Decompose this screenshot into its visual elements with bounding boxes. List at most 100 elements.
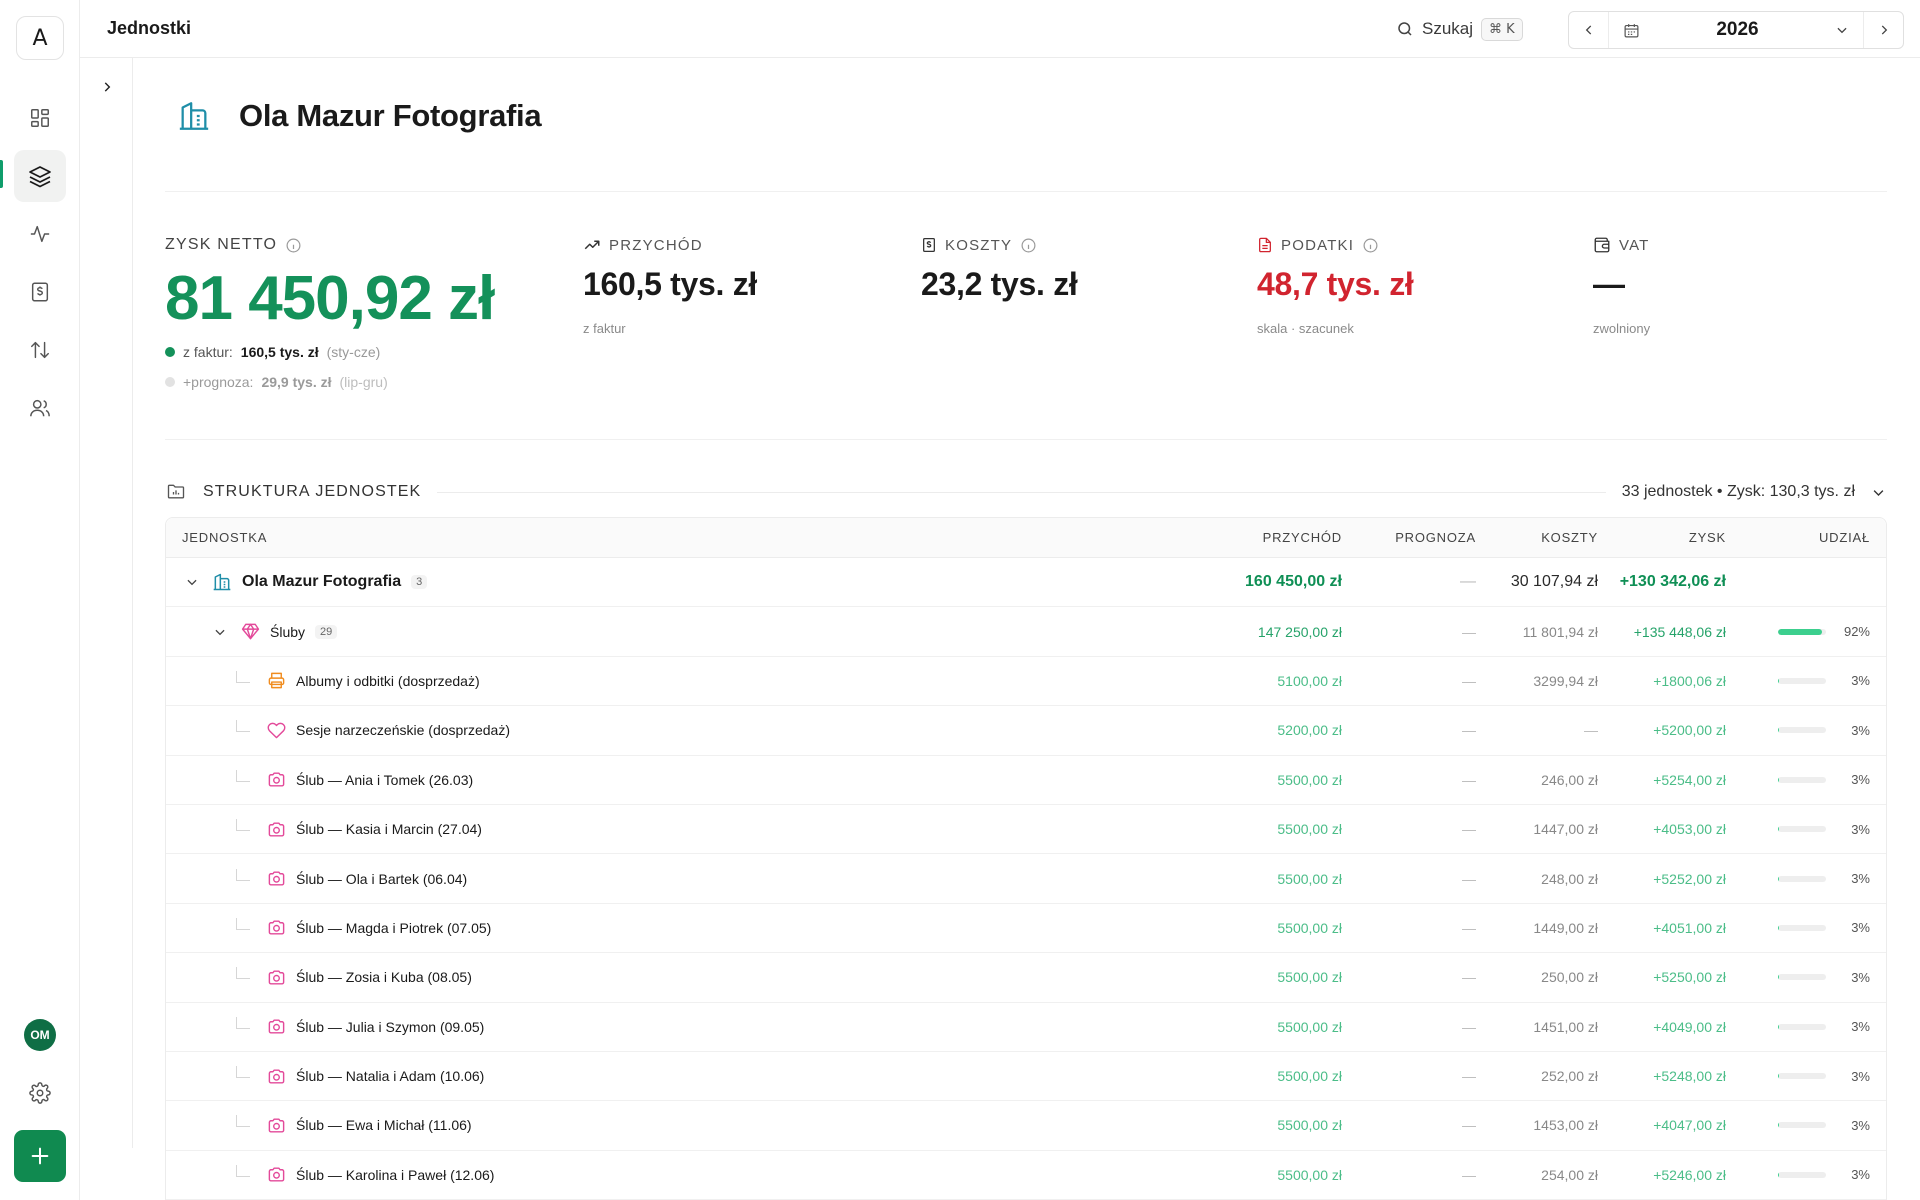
share-bar-fill (1778, 776, 1780, 783)
divider (165, 191, 1887, 192)
col-forecast[interactable]: PROGNOZA (1342, 530, 1476, 545)
table-row-4[interactable]: Ślub — Kasia i Marcin (27.04) 5500,00 zł… (166, 805, 1886, 855)
rail-active-indicator (0, 160, 3, 188)
tree-connector (236, 769, 250, 782)
share-value: 92% (1843, 624, 1870, 640)
add-button[interactable] (14, 1130, 66, 1182)
rail-transfers[interactable] (14, 324, 66, 376)
collapse-group-button[interactable] (212, 624, 228, 640)
next-year-button[interactable] (1863, 12, 1903, 48)
share-bar-fill (1778, 1171, 1780, 1178)
costs-label: KOSZTY (945, 236, 1013, 254)
trending-up-icon (584, 240, 600, 250)
rail-invoices[interactable] (14, 266, 66, 318)
avatar[interactable]: OM (24, 1019, 56, 1051)
profit-cell: +4049,00 zł (1653, 1018, 1726, 1035)
unit-name: Śluby (270, 623, 306, 640)
camera-icon (266, 869, 286, 889)
forecast-cell: — (1462, 771, 1476, 788)
costs-cell: — (1584, 722, 1598, 739)
vat-note: zwolniony (1593, 321, 1651, 336)
table-header: JEDNOSTKA PRZYCHÓD PROGNOZA KOSZTY ZYSK … (166, 518, 1886, 558)
revenue-label-row: PRZYCHÓD (583, 236, 757, 254)
col-profit[interactable]: ZYSK (1598, 530, 1726, 545)
camera-icon (266, 1017, 286, 1037)
forecast-range: (lip-gru) (339, 374, 388, 390)
chevron-down-icon (215, 629, 225, 635)
camera-icon (266, 1165, 286, 1185)
chevron-down-icon (1873, 489, 1883, 496)
taxes-value: 48,7 tys. zł (1257, 266, 1414, 302)
share-bar (1778, 924, 1826, 931)
share-bar (1778, 677, 1826, 684)
dashboard-icon (31, 109, 49, 127)
chevron-down-icon (1837, 27, 1847, 34)
collapse-section-button[interactable] (1869, 483, 1887, 501)
table-row-7[interactable]: Ślub — Zosia i Kuba (08.05) 5500,00 zł —… (166, 953, 1886, 1003)
app-logo[interactable]: A (16, 16, 64, 60)
rail-units[interactable] (14, 150, 66, 202)
profit-cell: +5254,00 zł (1653, 771, 1726, 788)
forecast-value: 29,9 tys. zł (261, 374, 332, 390)
tree-connector (236, 1164, 250, 1177)
table-row-3[interactable]: Ślub — Ania i Tomek (26.03) 5500,00 zł —… (166, 756, 1886, 805)
unit-name-cell: Ślub — Zosia i Kuba (08.05) (166, 967, 1212, 987)
share-bar (1778, 875, 1826, 882)
unit-name-cell: Albumy i odbitki (dosprzedaż) (166, 670, 1212, 691)
share-bar-fill (1778, 1073, 1780, 1080)
table-row-9[interactable]: Ślub — Natalia i Adam (10.06) 5500,00 zł… (166, 1052, 1886, 1102)
search-label: Szukaj (1422, 19, 1474, 38)
entity-header: Ola Mazur Fotografia (177, 98, 542, 134)
share-bar (1778, 1073, 1826, 1080)
profit-cell: +5200,00 zł (1653, 722, 1726, 739)
table-row-8[interactable]: Ślub — Julia i Szymon (09.05) 5500,00 zł… (166, 1003, 1886, 1052)
building-icon (212, 572, 232, 592)
revenue-cell: 5500,00 zł (1277, 771, 1342, 788)
rail-contacts[interactable] (14, 382, 66, 434)
share-bar-fill (1778, 677, 1780, 684)
units-table: JEDNOSTKA PRZYCHÓD PROGNOZA KOSZTY ZYSK … (165, 517, 1887, 1200)
share-value: 3% (1851, 969, 1870, 985)
costs-label-row: KOSZTY (921, 236, 1078, 254)
table-row-1[interactable]: Albumy i odbitki (dosprzedaż) 5100,00 zł… (166, 657, 1886, 707)
info-icon[interactable] (285, 237, 302, 254)
table-row-root[interactable]: Ola Mazur Fotografia 3 160 450,00 zł — 3… (166, 558, 1886, 608)
previous-year-button[interactable] (1569, 12, 1609, 48)
profit-cell: +4047,00 zł (1653, 1117, 1726, 1134)
rail-dashboard[interactable] (14, 92, 66, 144)
info-icon[interactable] (1362, 237, 1379, 254)
chevron-down-icon (187, 579, 197, 586)
leaf-rows: Albumy i odbitki (dosprzedaż) 5100,00 zł… (166, 657, 1886, 1200)
rail-activity[interactable] (14, 208, 66, 260)
search-button[interactable]: Szukaj ⌘ K (1396, 14, 1523, 44)
col-unit[interactable]: JEDNOSTKA (166, 530, 1212, 545)
table-row-11[interactable]: Ślub — Karolina i Paweł (12.06) 5500,00 … (166, 1151, 1886, 1200)
table-row-6[interactable]: Ślub — Magda i Piotrek (07.05) 5500,00 z… (166, 904, 1886, 954)
rail-settings[interactable] (14, 1067, 66, 1119)
col-share[interactable]: UDZIAŁ (1726, 530, 1886, 545)
collapse-root-button[interactable] (184, 574, 200, 590)
table-row-group[interactable]: Śluby 29 147 250,00 zł — 11 801,94 zł +1… (166, 607, 1886, 657)
unit-name-cell: Ślub — Ola i Bartek (06.04) (166, 868, 1212, 889)
forecast-cell: — (1462, 1166, 1476, 1183)
child-count-badge: 29 (315, 624, 338, 639)
camera-icon (266, 967, 286, 987)
expand-panel-button[interactable] (96, 76, 118, 98)
page-title: Ola Mazur Fotografia (239, 98, 542, 133)
year-select[interactable]: 2026 (1609, 19, 1863, 41)
forecast-cell: — (1462, 672, 1476, 689)
col-costs[interactable]: KOSZTY (1476, 530, 1598, 545)
table-row-2[interactable]: Sesje narzeczeńskie (dosprzedaż) 5200,00… (166, 706, 1886, 756)
share-value: 3% (1851, 1019, 1870, 1035)
revenue-cell: 160 450,00 zł (1245, 573, 1342, 591)
table-row-5[interactable]: Ślub — Ola i Bartek (06.04) 5500,00 zł —… (166, 854, 1886, 904)
col-revenue[interactable]: PRZYCHÓD (1212, 530, 1342, 545)
camera-icon (266, 1066, 286, 1086)
forecast-cell: — (1462, 870, 1476, 887)
share-value: 3% (1851, 722, 1870, 738)
info-icon[interactable] (1020, 237, 1037, 254)
table-row-10[interactable]: Ślub — Ewa i Michał (11.06) 5500,00 zł —… (166, 1101, 1886, 1151)
forecast-cell: — (1460, 573, 1476, 591)
camera-icon (266, 1115, 286, 1135)
year-value: 2026 (1716, 19, 1759, 40)
